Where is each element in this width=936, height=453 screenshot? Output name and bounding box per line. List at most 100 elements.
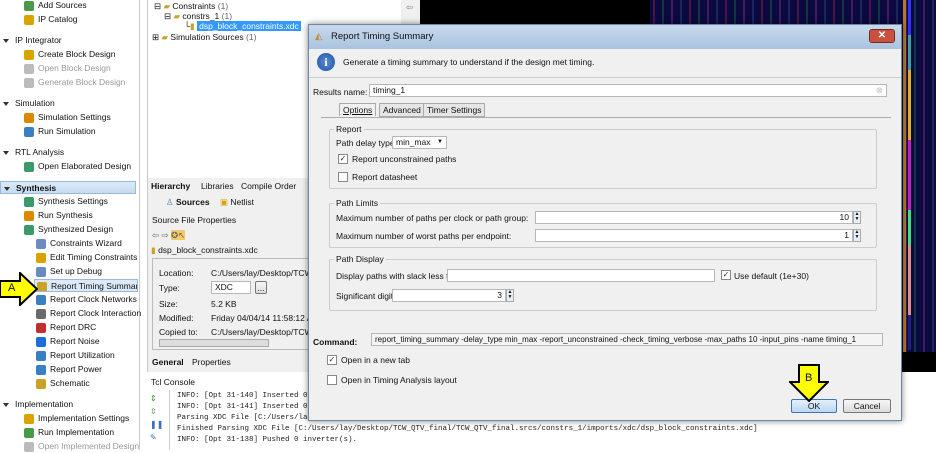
flow-item-icon — [24, 441, 34, 452]
console-line: Finished Parsing XDC File [C:/Users/lay/… — [177, 425, 758, 433]
vivado-logo-icon: ◭ — [315, 31, 323, 42]
tab-hierarchy[interactable]: Hierarchy — [151, 181, 190, 191]
flow-item[interactable]: Edit Timing Constraints — [36, 251, 137, 264]
flow-item[interactable]: Report Clock Interaction — [36, 307, 141, 320]
flow-item[interactable]: Create Block Design — [24, 48, 115, 61]
results-name-input[interactable]: timing_1 ⊗ — [369, 84, 887, 97]
flow-item-icon — [36, 364, 46, 375]
tab-netlist[interactable]: ▣ Netlist — [220, 197, 254, 208]
tab-compile-order[interactable]: Compile Order — [241, 181, 296, 191]
flow-item-label: Report DRC — [50, 322, 97, 332]
tab-general[interactable]: General — [152, 357, 184, 367]
max-paths-spinner[interactable]: ▲ ▼ — [853, 211, 861, 224]
collapse-icon[interactable]: ⇕ — [150, 392, 162, 405]
timing-layout-checkbox[interactable] — [327, 375, 337, 385]
flow-item-icon — [36, 252, 46, 263]
flow-item[interactable]: Generate Block Design — [24, 76, 125, 89]
flow-item-label: Implementation Settings — [38, 413, 130, 423]
command-field[interactable]: report_timing_summary -delay_type min_ma… — [371, 333, 883, 346]
flow-item[interactable]: Run Simulation — [24, 125, 96, 138]
flow-item[interactable]: Run Implementation — [24, 426, 114, 439]
properties-file: ▮ dsp_block_constraints.xdc — [151, 245, 258, 255]
expand-triangle-icon[interactable] — [3, 101, 9, 106]
flow-item-icon — [37, 281, 47, 291]
clock-region-band — [908, 140, 911, 175]
flow-item[interactable]: Report Utilization — [36, 349, 115, 362]
path-delay-label: Path delay type: — [336, 138, 397, 148]
flow-item[interactable]: Synthesis Settings — [24, 195, 108, 208]
worst-paths-input[interactable]: 1 — [535, 229, 853, 242]
flow-section[interactable]: Synthesis — [0, 181, 136, 194]
flow-item[interactable]: Implementation Settings — [24, 412, 129, 425]
type-browse-button[interactable]: ... — [255, 281, 267, 294]
flow-item-label: Simulation — [15, 98, 55, 108]
tree-node-xdc-file[interactable]: └▮ dsp_block_constraints.xdc — [184, 21, 301, 32]
tab-sources[interactable]: ♙ Sources — [166, 197, 210, 208]
flow-item-icon — [24, 49, 34, 60]
pause-icon[interactable]: ❚❚ — [150, 418, 163, 431]
flow-item[interactable]: Set up Debug — [36, 265, 102, 278]
flow-section[interactable]: Implementation — [3, 398, 73, 411]
flow-item[interactable]: Schematic — [36, 377, 90, 390]
report-unconstrained-label: Report unconstrained paths — [352, 154, 457, 164]
flow-section[interactable]: IP Integrator — [3, 34, 62, 47]
expand-triangle-icon[interactable] — [4, 186, 10, 191]
clear-icon[interactable]: ✎ — [150, 431, 162, 444]
flow-item[interactable]: Report Clock Networks — [36, 293, 137, 306]
open-new-tab-checkbox[interactable]: ✓ — [327, 355, 337, 365]
tab-advanced[interactable]: Advanced — [379, 103, 425, 117]
flow-item[interactable]: Report Power — [36, 363, 102, 376]
flow-item[interactable]: Run Synthesis — [24, 209, 93, 222]
flow-item[interactable]: Report Noise — [36, 335, 100, 348]
timing-layout-label: Open in Timing Analysis layout — [341, 375, 457, 385]
horizontal-scrollbar[interactable] — [159, 339, 269, 347]
flow-item[interactable]: Simulation Settings — [24, 111, 111, 124]
digits-input[interactable]: 3 — [392, 289, 506, 302]
expand-triangle-icon[interactable] — [3, 402, 9, 407]
report-unconstrained-checkbox[interactable]: ✓ — [338, 154, 348, 164]
flow-item[interactable]: Open Implemented Design — [24, 440, 139, 453]
report-timing-summary-dialog: ◭ Report Timing Summary ✕ i Generate a t… — [308, 24, 902, 421]
use-default-checkbox[interactable]: ✓ — [721, 270, 731, 280]
flow-item[interactable]: Open Elaborated Design — [24, 160, 131, 173]
flow-item[interactable]: Open Block Design — [24, 62, 111, 75]
device-column — [903, 0, 906, 352]
flow-item-label: Report Noise — [50, 336, 100, 346]
cancel-button[interactable]: Cancel — [843, 399, 891, 413]
flow-item[interactable]: Add Sources — [24, 0, 87, 12]
close-button[interactable]: ✕ — [869, 29, 895, 43]
flow-item-label: Generate Block Design — [38, 77, 126, 87]
info-text: Generate a timing summary to understand … — [343, 57, 595, 67]
flow-item[interactable]: Synthesized Design — [24, 223, 113, 236]
nav-arrows[interactable]: ⇦ ⇨ ✪↖ — [152, 230, 186, 241]
flow-item[interactable]: IP Catalog — [24, 13, 78, 26]
digits-spinner[interactable]: ▲ ▼ — [506, 289, 514, 302]
expand-triangle-icon[interactable] — [3, 150, 9, 155]
flow-item-icon — [24, 77, 34, 88]
flow-item[interactable]: Report Timing Summary — [34, 279, 138, 292]
expand-triangle-icon[interactable] — [3, 38, 9, 43]
dialog-title: Report Timing Summary — [331, 31, 434, 42]
flow-item[interactable]: Report DRC — [36, 321, 96, 334]
flow-section[interactable]: Simulation — [3, 97, 55, 110]
expand-icon[interactable]: ⇳ — [150, 405, 162, 418]
dialog-title-bar[interactable]: ◭ Report Timing Summary ✕ — [309, 25, 901, 49]
slack-input[interactable] — [447, 269, 715, 282]
tab-properties[interactable]: Properties — [192, 357, 231, 367]
flow-item-label: Add Sources — [38, 0, 87, 10]
console-title: Tcl Console — [151, 377, 195, 387]
back-icon[interactable]: ⇦ — [406, 2, 413, 13]
tab-options[interactable]: Options — [339, 103, 377, 116]
path-delay-select[interactable]: min_max ▼ — [392, 136, 447, 149]
flow-item-label: Constraints Wizard — [50, 238, 122, 248]
flow-section[interactable]: RTL Analysis — [3, 146, 64, 159]
worst-paths-spinner[interactable]: ▲ ▼ — [853, 229, 861, 242]
flow-item[interactable]: Constraints Wizard — [36, 237, 122, 250]
tab-timer-settings[interactable]: Timer Settings — [423, 103, 486, 117]
tree-node-simulation-sources[interactable]: ⊞ ▰ Simulation Sources (1) — [152, 32, 256, 43]
max-paths-input[interactable]: 10 — [535, 211, 853, 224]
tab-libraries[interactable]: Libraries — [201, 181, 234, 191]
clock-region-band — [908, 315, 911, 350]
properties-title: Source File Properties — [152, 215, 237, 225]
report-datasheet-checkbox[interactable] — [338, 172, 348, 182]
